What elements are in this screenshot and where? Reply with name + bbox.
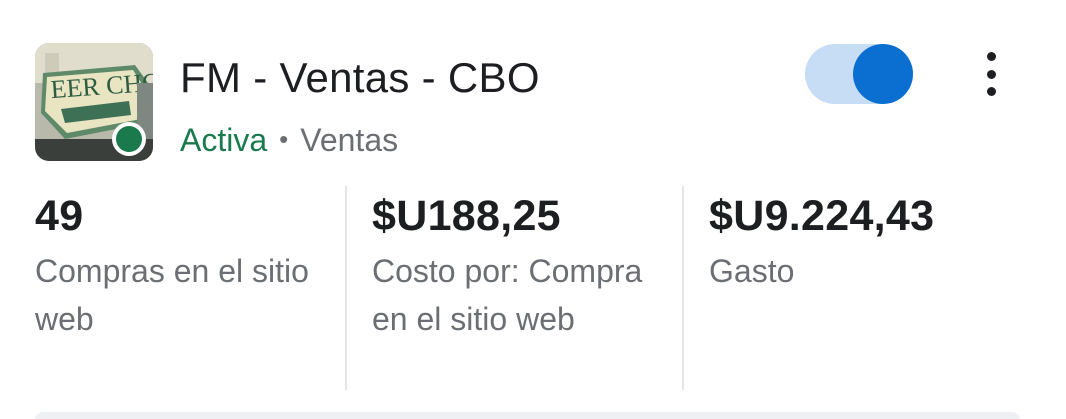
campaign-name[interactable]: FM - Ventas - CBO <box>180 54 540 102</box>
metric-divider <box>345 186 347 390</box>
metric-value: $U9.224,43 <box>709 192 935 240</box>
metric-label: Compras en el sitio web <box>35 253 309 337</box>
metric-label: Gasto <box>709 253 795 289</box>
next-card-edge <box>35 412 1020 419</box>
more-vertical-icon[interactable] <box>972 52 1010 96</box>
campaign-subtitle: Activa • Ventas <box>180 122 398 159</box>
metric-spend[interactable]: $U9.224,43 Gasto <box>709 192 1029 295</box>
status-text: Activa <box>180 122 268 158</box>
metric-value: 49 <box>35 192 84 240</box>
objective-text: Ventas <box>300 122 399 158</box>
campaign-card[interactable]: EER CHO FM - Ventas - CBO Activa • Ventas … <box>0 0 1066 419</box>
metric-purchases[interactable]: 49 Compras en el sitio web <box>35 192 325 343</box>
metric-cost-per-purchase[interactable]: $U188,25 Costo por: Compra en el sitio w… <box>372 192 672 343</box>
metric-value: $U188,25 <box>372 192 561 240</box>
toggle-knob <box>853 44 913 104</box>
metric-divider <box>682 186 684 390</box>
metric-label: Costo por: Compra en el sitio web <box>372 253 643 337</box>
separator-dot: • <box>279 124 289 154</box>
active-status-dot <box>112 122 146 156</box>
campaign-status-toggle[interactable] <box>805 44 913 104</box>
